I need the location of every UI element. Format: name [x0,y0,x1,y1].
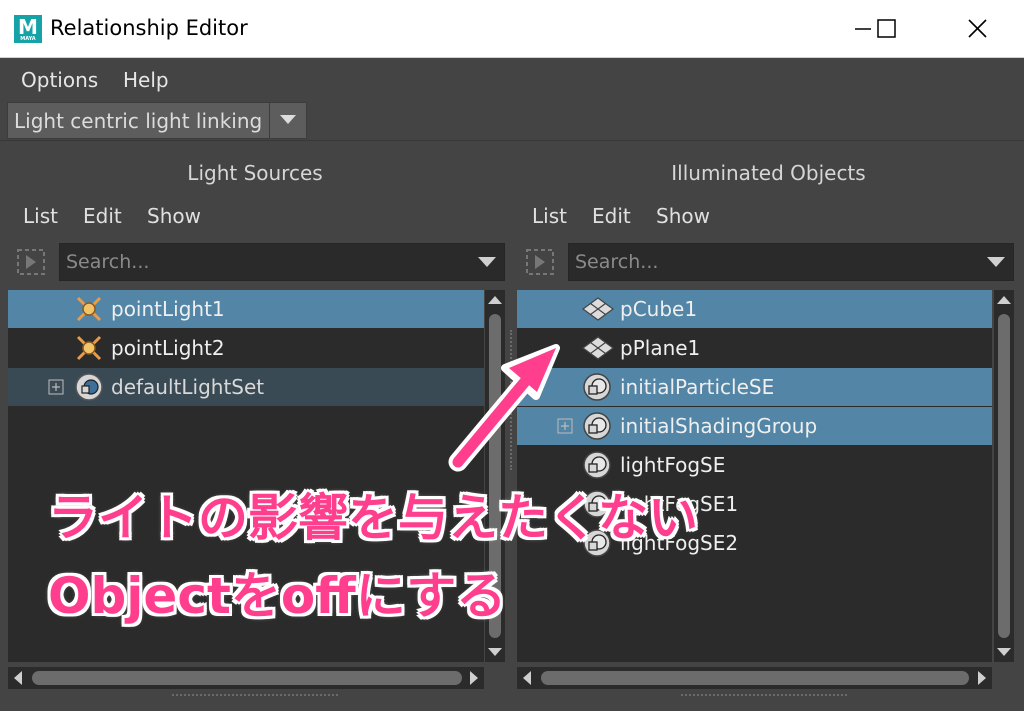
annotation-line1: ライトの影響を与えたくない [48,489,698,547]
annotation-line2: Objectをoffにする [48,567,507,625]
